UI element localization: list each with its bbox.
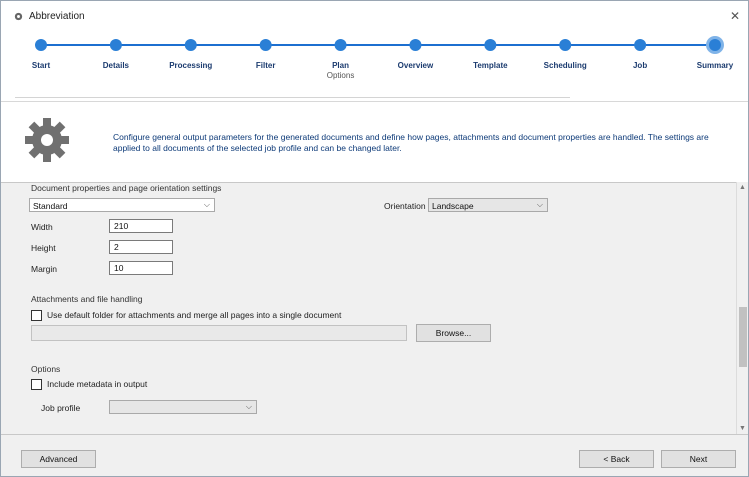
dialog-window: Abbreviation ✕ Start Details Processing Fil… — [0, 0, 749, 477]
next-button[interactable]: Next — [661, 450, 736, 468]
step-dot[interactable] — [334, 39, 347, 51]
browse-button[interactable]: Browse... — [416, 324, 491, 342]
margin-input[interactable]: 10 — [109, 261, 173, 275]
step-dot[interactable] — [259, 39, 272, 51]
step-dot[interactable] — [709, 39, 721, 51]
app-icon — [14, 12, 23, 21]
step-label: Filter — [231, 61, 301, 71]
metadata-checkbox[interactable] — [31, 379, 42, 390]
attachment-path-field[interactable] — [31, 325, 407, 341]
step-label: Template — [455, 61, 525, 71]
vertical-scrollbar[interactable]: ▲ ▼ — [736, 182, 748, 434]
step-dot[interactable] — [634, 39, 647, 51]
step-separator — [15, 97, 570, 98]
gear-icon — [25, 118, 69, 162]
step-label: Overview — [380, 61, 450, 71]
step-label-text: Summary — [696, 61, 734, 70]
step-label-text: Template — [473, 61, 508, 70]
step-dot[interactable] — [409, 39, 422, 51]
info-panel: Configure general output parameters for … — [1, 101, 748, 182]
step-label-text: Job — [632, 61, 648, 70]
wizard-steps: Start Details Processing Filter Plan Options O… — [1, 31, 748, 101]
step-label: Start — [6, 61, 76, 71]
chevron-down-icon: ⌵ — [536, 200, 543, 209]
step-label-text: Plan — [332, 61, 349, 70]
step-label-text: Start — [31, 61, 51, 70]
step-dot[interactable] — [484, 39, 497, 51]
step-label-text: Scheduling — [543, 61, 587, 70]
step-label: Scheduling — [530, 61, 600, 71]
info-description: Configure general output parameters for … — [113, 132, 709, 153]
step-dot[interactable] — [35, 39, 47, 51]
margin-label: Margin — [31, 264, 57, 274]
step-label: Job — [605, 61, 675, 71]
step-label: Plan Options — [306, 61, 376, 81]
close-icon[interactable]: ✕ — [730, 9, 740, 23]
orientation-select[interactable]: Landscape ⌵ — [428, 198, 548, 212]
step-label-text: Details — [102, 61, 129, 70]
options-heading: Options — [31, 364, 61, 374]
scroll-down-icon[interactable]: ▼ — [739, 425, 746, 432]
width-input[interactable]: 210 — [109, 219, 173, 233]
step-label: Summary — [680, 61, 748, 71]
width-label: Width — [31, 222, 53, 232]
step-dot[interactable] — [109, 39, 122, 51]
orientation-label: Orientation — [384, 201, 426, 211]
job-profile-select[interactable]: ⌵ — [109, 400, 257, 414]
job-profile-label: Job profile — [41, 403, 81, 413]
format-value: Standard — [33, 201, 68, 211]
scroll-thumb[interactable] — [739, 307, 747, 367]
attachments-checkbox-label: Use default folder for attachments and m… — [47, 310, 342, 320]
chevron-down-icon: ⌵ — [245, 402, 252, 411]
title-bar: Abbreviation ✕ — [1, 1, 748, 31]
attachments-heading: Attachments and file handling — [31, 294, 143, 304]
step-dot[interactable] — [184, 39, 197, 51]
step-label-text: Processing — [169, 61, 213, 70]
settings-panel: Document properties and page orientation… — [1, 182, 736, 435]
footer-bar: Advanced < Back Next — [1, 434, 748, 476]
step-label-text: Filter — [255, 61, 276, 70]
output-heading: Document properties and page orientation… — [31, 183, 222, 193]
attachments-checkbox[interactable] — [31, 310, 42, 321]
orientation-value: Landscape — [432, 201, 474, 211]
step-label: Details — [81, 61, 151, 71]
height-label: Height — [31, 243, 56, 253]
advanced-button[interactable]: Advanced — [21, 450, 96, 468]
height-input[interactable]: 2 — [109, 240, 173, 254]
step-label-text: Overview — [397, 61, 434, 70]
scroll-up-icon[interactable]: ▲ — [739, 184, 746, 191]
step-sublabel: Options — [326, 71, 355, 80]
format-select[interactable]: Standard ⌵ — [29, 198, 215, 212]
metadata-checkbox-label: Include metadata in output — [47, 379, 148, 389]
step-dot[interactable] — [559, 39, 572, 51]
chevron-down-icon: ⌵ — [203, 200, 210, 209]
back-button[interactable]: < Back — [579, 450, 654, 468]
window-title: Abbreviation — [29, 11, 85, 22]
step-label: Processing — [156, 61, 226, 71]
